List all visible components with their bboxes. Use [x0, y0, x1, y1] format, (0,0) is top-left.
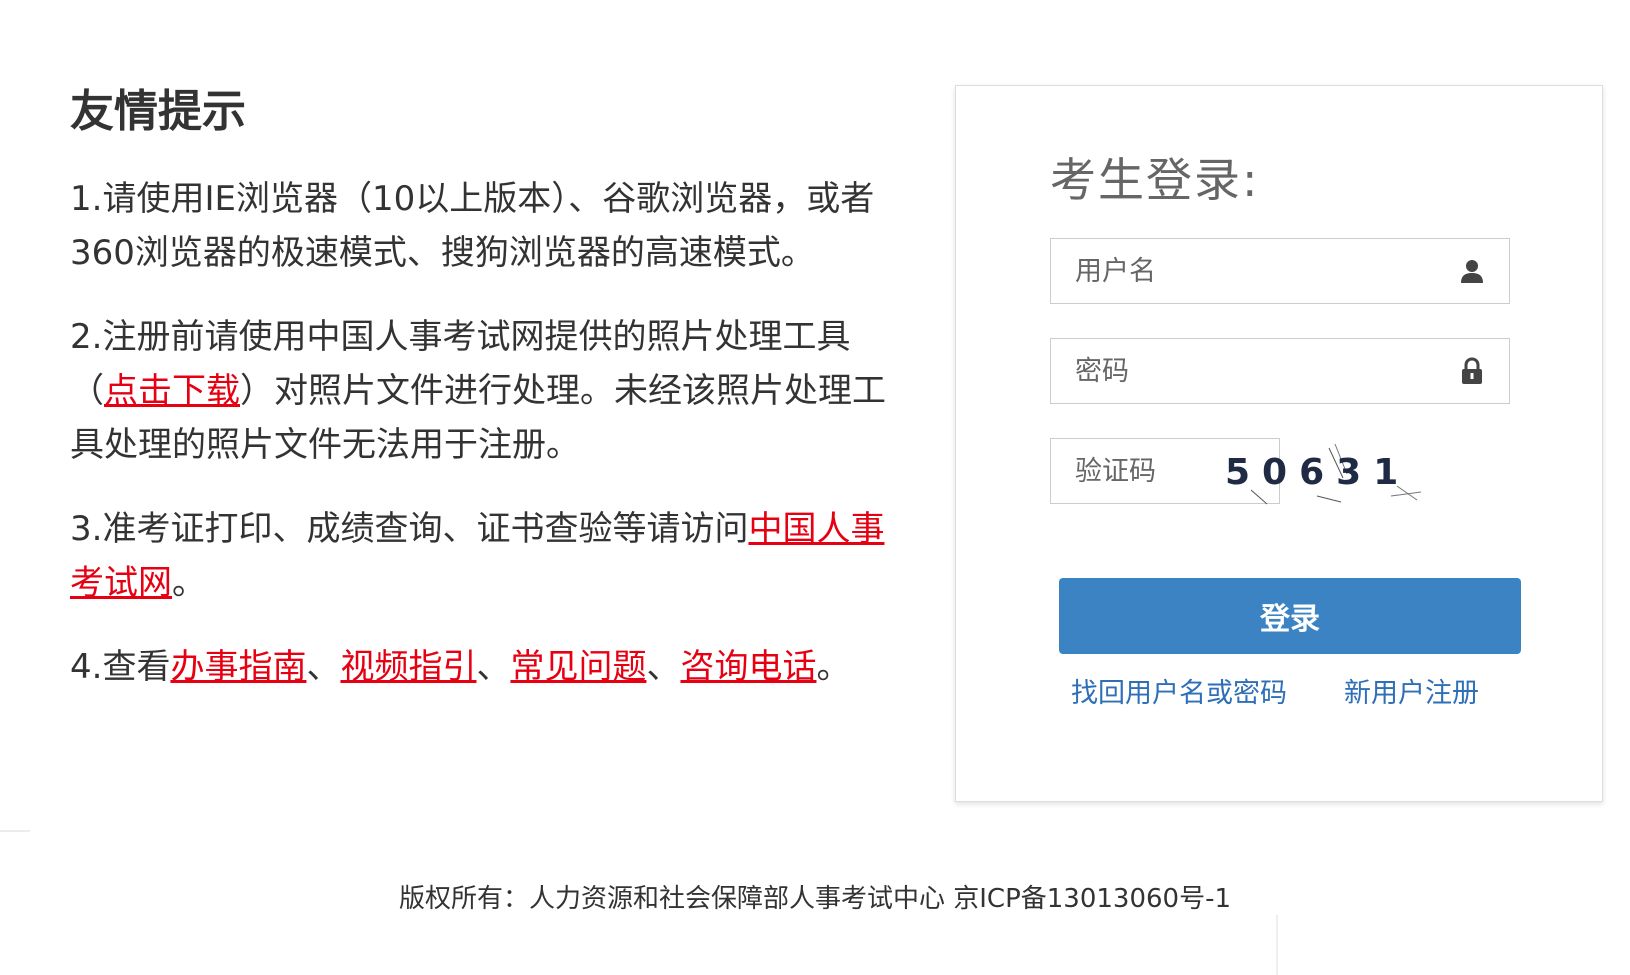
login-panel: 考生登录: 50631 登录 找回用户名或密码 新用户注册	[955, 85, 1603, 802]
tips-title: 友情提示	[70, 86, 246, 137]
user-icon	[1461, 260, 1483, 283]
username-input[interactable]	[1051, 239, 1455, 303]
tip-item-1: 1.请使用IE浏览器（10以上版本）、谷歌浏览器，或者360浏览器的极速模式、搜…	[70, 179, 875, 273]
video-guide-link[interactable]: 视频指引	[340, 647, 476, 687]
password-field	[1050, 338, 1510, 404]
faq-link[interactable]: 常见问题	[510, 647, 646, 687]
separator: 、	[646, 647, 681, 687]
footer-copyright: 版权所有：人力资源和社会保障部人事考试中心 京ICP备13013060号-1	[398, 884, 1232, 914]
captcha-text: 50631	[1225, 452, 1410, 493]
tip-item-3: 3.准考证打印、成绩查询、证书查验等请访问中国人事考试网。	[70, 502, 910, 610]
tip-item-2: 2.注册前请使用中国人事考试网提供的照片处理工具（点击下载）对照片文件进行处理。…	[70, 310, 910, 472]
login-title: 考生登录:	[1050, 153, 1260, 207]
guide-link[interactable]: 办事指南	[170, 647, 306, 687]
tip-item-4: 4.查看办事指南、视频指引、常见问题、咨询电话。	[70, 640, 910, 694]
tip-text: 4.查看	[70, 647, 171, 687]
register-link[interactable]: 新用户注册	[1344, 671, 1479, 710]
lock-icon	[1462, 357, 1482, 384]
download-link[interactable]: 点击下载	[104, 371, 240, 411]
background-decoration	[1276, 915, 1278, 975]
tips-section: 友情提示 1.请使用IE浏览器（10以上版本）、谷歌浏览器，或者360浏览器的极…	[70, 82, 910, 724]
password-input[interactable]	[1051, 339, 1455, 403]
captcha-image[interactable]: 50631	[1221, 438, 1425, 510]
tip-text: 。	[172, 563, 206, 603]
tip-text: 。	[816, 647, 851, 687]
login-button[interactable]: 登录	[1059, 578, 1521, 654]
username-field	[1050, 238, 1510, 304]
separator: 、	[306, 647, 341, 687]
recover-account-link[interactable]: 找回用户名或密码	[1071, 671, 1287, 710]
separator: 、	[476, 647, 511, 687]
tip-text: 3.准考证打印、成绩查询、证书查验等请访问	[70, 509, 749, 549]
hotline-link[interactable]: 咨询电话	[680, 647, 816, 687]
